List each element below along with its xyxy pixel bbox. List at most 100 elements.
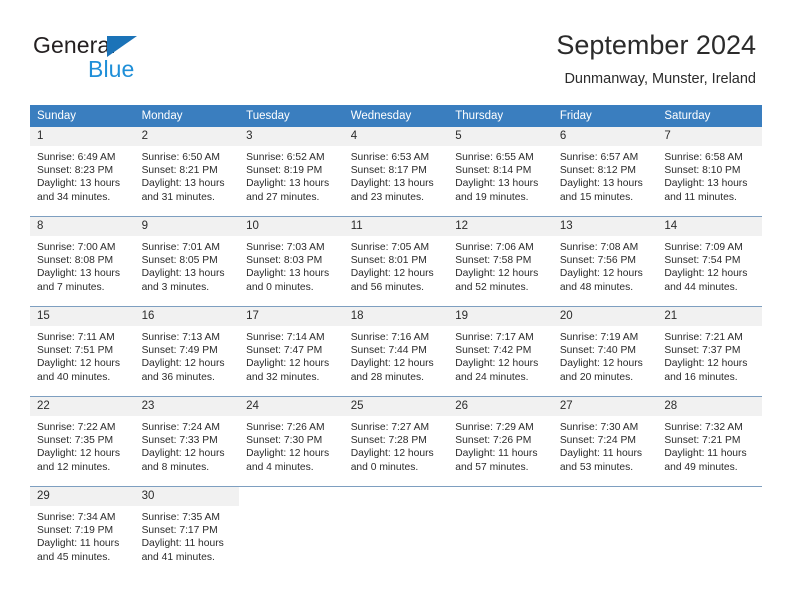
day-cell[interactable]: 16 Sunrise: 7:13 AM Sunset: 7:49 PM Dayl… [134, 306, 240, 397]
day-details: Sunrise: 7:03 AM Sunset: 8:03 PM Dayligh… [239, 236, 344, 294]
sunrise-text: Sunrise: 7:00 AM [37, 242, 116, 253]
day-number: 20 [552, 307, 658, 326]
day-cell[interactable]: 19 Sunrise: 7:17 AM Sunset: 7:42 PM Dayl… [448, 306, 553, 397]
calendar-week-row: 15 Sunrise: 7:11 AM Sunset: 7:51 PM Dayl… [30, 306, 762, 397]
weekday-header-saturday: Saturday [657, 105, 762, 127]
day-cell[interactable]: 9 Sunrise: 7:01 AM Sunset: 8:05 PM Dayli… [134, 216, 240, 307]
day-cell[interactable]: 1 Sunrise: 6:49 AM Sunset: 8:23 PM Dayli… [30, 127, 135, 217]
calendar-week-row: 8 Sunrise: 7:00 AM Sunset: 8:08 PM Dayli… [30, 216, 762, 307]
calendar-body: 1 Sunrise: 6:49 AM Sunset: 8:23 PM Dayli… [30, 127, 762, 576]
day-cell[interactable]: 7 Sunrise: 6:58 AM Sunset: 8:10 PM Dayli… [657, 127, 762, 217]
sunset-text: Sunset: 7:37 PM [664, 345, 741, 357]
generalblue-logo[interactable]: General Blue [33, 32, 213, 86]
day-cell[interactable]: 11 Sunrise: 7:05 AM Sunset: 8:01 PM Dayl… [343, 216, 449, 307]
daylight-text-line2: and 24 minutes. [455, 371, 529, 383]
day-number: 23 [134, 397, 240, 416]
day-cell[interactable]: 10 Sunrise: 7:03 AM Sunset: 8:03 PM Dayl… [239, 216, 344, 307]
day-number: 16 [134, 307, 240, 326]
day-cell[interactable]: 2 Sunrise: 6:50 AM Sunset: 8:21 PM Dayli… [134, 127, 240, 217]
day-details: Sunrise: 6:49 AM Sunset: 8:23 PM Dayligh… [30, 146, 135, 204]
page-header: General Blue September 2024 Dunmanway, M… [0, 0, 792, 104]
day-details: Sunrise: 7:13 AM Sunset: 7:49 PM Dayligh… [135, 326, 240, 384]
sunrise-text: Sunrise: 6:50 AM [141, 152, 220, 163]
daylight-text-line1: Daylight: 11 hours [37, 538, 120, 550]
daylight-text-line1: Daylight: 11 hours [664, 448, 747, 460]
daylight-text-line1: Daylight: 11 hours [455, 448, 538, 460]
day-cell[interactable]: 26 Sunrise: 7:29 AM Sunset: 7:26 PM Dayl… [448, 396, 553, 487]
daylight-text-line2: and 0 minutes. [246, 281, 314, 293]
daylight-text-line2: and 32 minutes. [246, 371, 320, 383]
day-number: 17 [239, 307, 344, 326]
daylight-text-line1: Daylight: 13 hours [141, 178, 225, 190]
day-cell[interactable]: 20 Sunrise: 7:19 AM Sunset: 7:40 PM Dayl… [552, 306, 658, 397]
daylight-text-line1: Daylight: 13 hours [141, 268, 225, 280]
sunrise-text: Sunrise: 7:06 AM [455, 242, 534, 253]
daylight-text-line2: and 28 minutes. [350, 371, 424, 383]
daylight-text-line2: and 40 minutes. [37, 371, 111, 383]
day-number: 4 [343, 127, 449, 146]
daylight-text-line2: and 19 minutes. [455, 191, 529, 203]
day-number: 28 [657, 397, 762, 416]
daylight-text-line1: Daylight: 12 hours [559, 268, 643, 280]
day-cell[interactable]: 15 Sunrise: 7:11 AM Sunset: 7:51 PM Dayl… [30, 306, 135, 397]
day-cell[interactable]: 25 Sunrise: 7:27 AM Sunset: 7:28 PM Dayl… [343, 396, 449, 487]
page-title: September 2024 [556, 30, 756, 60]
calendar-week-row: 29 Sunrise: 7:34 AM Sunset: 7:19 PM Dayl… [30, 486, 762, 576]
day-details: Sunrise: 7:01 AM Sunset: 8:05 PM Dayligh… [135, 236, 240, 294]
day-details: Sunrise: 7:32 AM Sunset: 7:21 PM Dayligh… [657, 416, 762, 474]
day-cell[interactable]: 8 Sunrise: 7:00 AM Sunset: 8:08 PM Dayli… [30, 216, 135, 307]
weekday-header-tuesday: Tuesday [239, 105, 344, 127]
day-number: 13 [552, 217, 658, 236]
day-number: 10 [239, 217, 344, 236]
sunset-text: Sunset: 7:44 PM [350, 345, 427, 357]
daylight-text-line1: Daylight: 13 hours [559, 178, 643, 190]
day-cell[interactable]: 12 Sunrise: 7:06 AM Sunset: 7:58 PM Dayl… [448, 216, 553, 307]
sunrise-text: Sunrise: 6:49 AM [37, 152, 116, 163]
daylight-text-line2: and 44 minutes. [664, 281, 738, 293]
sunset-text: Sunset: 7:54 PM [664, 255, 741, 267]
sunset-text: Sunset: 7:51 PM [37, 345, 114, 357]
day-number: 5 [448, 127, 553, 146]
daylight-text-line2: and 16 minutes. [664, 371, 738, 383]
sunset-text: Sunset: 7:49 PM [141, 345, 218, 357]
sunset-text: Sunset: 8:19 PM [246, 165, 323, 177]
day-cell[interactable]: 30 Sunrise: 7:35 AM Sunset: 7:17 PM Dayl… [134, 486, 240, 576]
day-cell[interactable]: 23 Sunrise: 7:24 AM Sunset: 7:33 PM Dayl… [134, 396, 240, 487]
daylight-text-line1: Daylight: 12 hours [350, 268, 434, 280]
day-details: Sunrise: 6:50 AM Sunset: 8:21 PM Dayligh… [135, 146, 240, 204]
day-cell[interactable]: 5 Sunrise: 6:55 AM Sunset: 8:14 PM Dayli… [448, 127, 553, 217]
daylight-text-line2: and 3 minutes. [141, 281, 210, 293]
day-cell[interactable]: 13 Sunrise: 7:08 AM Sunset: 7:56 PM Dayl… [552, 216, 658, 307]
daylight-text-line1: Daylight: 12 hours [246, 448, 330, 460]
sunset-text: Sunset: 7:33 PM [141, 435, 218, 447]
sunrise-text: Sunrise: 7:05 AM [350, 242, 430, 253]
day-details: Sunrise: 7:24 AM Sunset: 7:33 PM Dayligh… [135, 416, 240, 474]
day-cell[interactable]: 6 Sunrise: 6:57 AM Sunset: 8:12 PM Dayli… [552, 127, 658, 217]
day-cell[interactable]: 27 Sunrise: 7:30 AM Sunset: 7:24 PM Dayl… [552, 396, 658, 487]
day-details: Sunrise: 7:16 AM Sunset: 7:44 PM Dayligh… [344, 326, 449, 384]
day-cell[interactable]: 3 Sunrise: 6:52 AM Sunset: 8:19 PM Dayli… [239, 127, 344, 217]
day-cell[interactable]: 28 Sunrise: 7:32 AM Sunset: 7:21 PM Dayl… [657, 396, 762, 487]
daylight-text-line2: and 15 minutes. [559, 191, 634, 203]
day-details: Sunrise: 7:14 AM Sunset: 7:47 PM Dayligh… [239, 326, 344, 384]
day-cell[interactable]: 29 Sunrise: 7:34 AM Sunset: 7:19 PM Dayl… [30, 486, 135, 576]
day-cell[interactable]: 22 Sunrise: 7:22 AM Sunset: 7:35 PM Dayl… [30, 396, 135, 487]
day-cell[interactable]: 4 Sunrise: 6:53 AM Sunset: 8:17 PM Dayli… [343, 127, 449, 217]
day-cell[interactable]: 14 Sunrise: 7:09 AM Sunset: 7:54 PM Dayl… [657, 216, 762, 307]
weekday-header-thursday: Thursday [448, 105, 553, 127]
day-details: Sunrise: 7:22 AM Sunset: 7:35 PM Dayligh… [30, 416, 135, 474]
day-cell[interactable]: 24 Sunrise: 7:26 AM Sunset: 7:30 PM Dayl… [239, 396, 344, 487]
daylight-text-line1: Daylight: 12 hours [37, 358, 120, 370]
sunrise-text: Sunrise: 7:35 AM [141, 512, 220, 523]
daylight-text-line2: and 20 minutes. [559, 371, 634, 383]
day-cell[interactable]: 21 Sunrise: 7:21 AM Sunset: 7:37 PM Dayl… [657, 306, 762, 397]
daylight-text-line2: and 27 minutes. [246, 191, 320, 203]
day-cell[interactable]: 17 Sunrise: 7:14 AM Sunset: 7:47 PM Dayl… [239, 306, 344, 397]
day-details: Sunrise: 7:17 AM Sunset: 7:42 PM Dayligh… [448, 326, 553, 384]
sunset-text: Sunset: 7:56 PM [559, 255, 636, 267]
day-cell[interactable]: 18 Sunrise: 7:16 AM Sunset: 7:44 PM Dayl… [343, 306, 449, 397]
sunset-text: Sunset: 7:17 PM [141, 525, 218, 537]
day-details: Sunrise: 7:21 AM Sunset: 7:37 PM Dayligh… [657, 326, 762, 384]
day-number: 9 [134, 217, 240, 236]
sunrise-text: Sunrise: 7:08 AM [559, 242, 639, 253]
